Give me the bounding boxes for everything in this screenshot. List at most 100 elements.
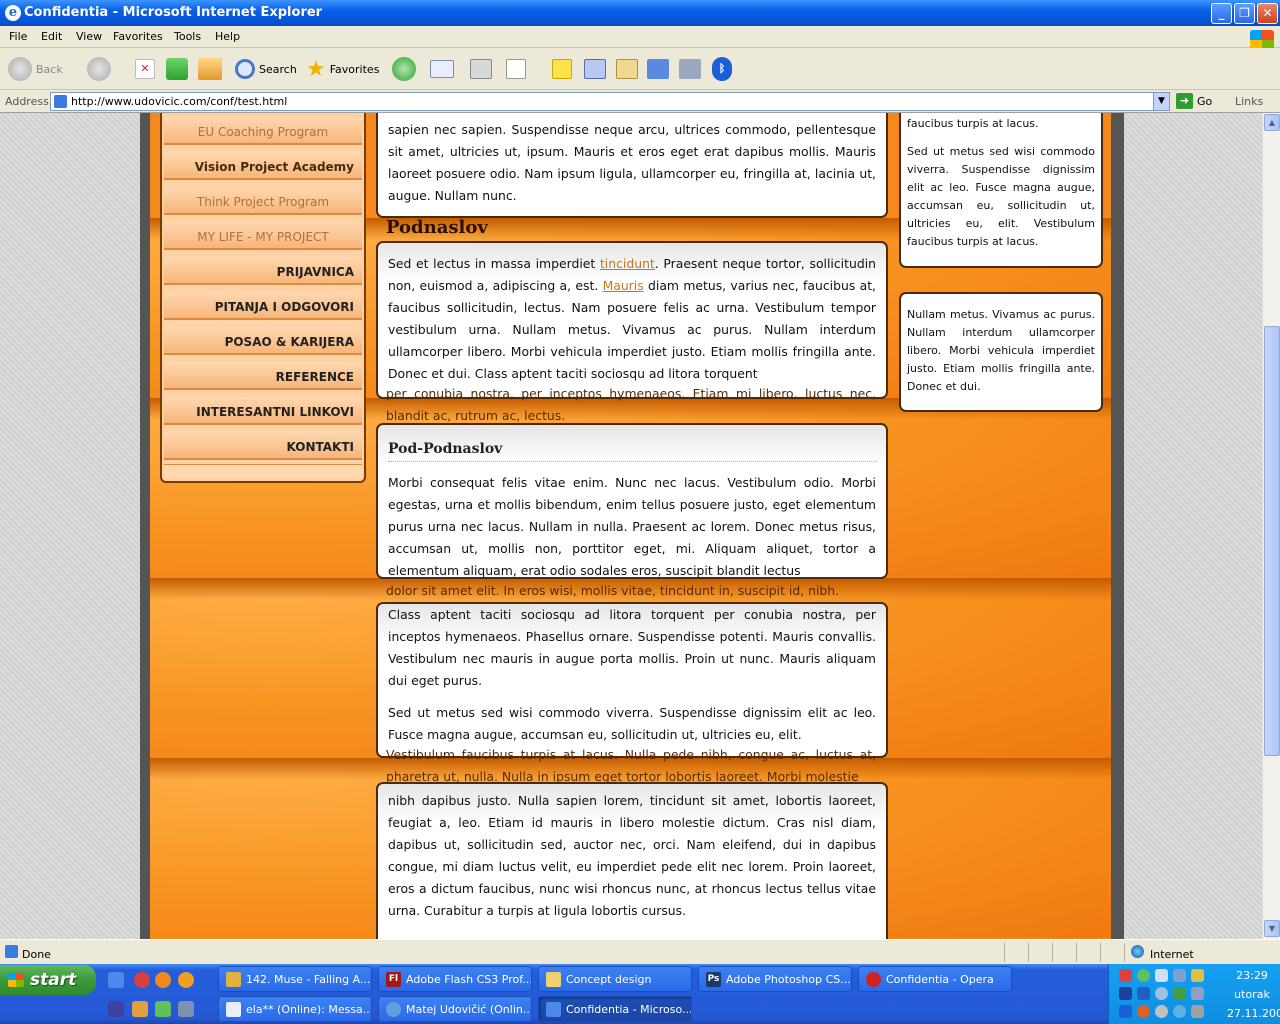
task-winamp[interactable]: 142. Muse - Falling A... bbox=[218, 966, 372, 992]
nav-item-my-life[interactable]: MY LIFE - MY PROJECT bbox=[164, 222, 362, 250]
link-tincidunt[interactable]: tincidunt bbox=[600, 256, 655, 271]
menu-favorites[interactable]: Favorites bbox=[113, 30, 163, 43]
menu-tools[interactable]: Tools bbox=[174, 30, 201, 43]
status-divider bbox=[1124, 943, 1125, 962]
nav-item-pitanja[interactable]: PITANJA I ODGOVORI bbox=[164, 292, 362, 320]
task-messenger-ela[interactable]: ela** (Online): Messa... bbox=[218, 996, 372, 1022]
search-button[interactable]: Search bbox=[235, 55, 297, 83]
maximize-button[interactable]: ❐ bbox=[1234, 3, 1255, 24]
nav-item-reference[interactable]: REFERENCE bbox=[164, 362, 362, 390]
content-card: Pod-Podnaslov Morbi consequat felis vita… bbox=[376, 423, 888, 579]
quicklaunch-ie-icon[interactable] bbox=[108, 972, 124, 988]
page-content: EU Coaching Program Vision Project Acade… bbox=[150, 113, 1111, 939]
tray-icon[interactable] bbox=[1155, 969, 1168, 982]
search-icon bbox=[235, 59, 255, 79]
menu-edit[interactable]: Edit bbox=[41, 30, 62, 43]
task-opera[interactable]: Confidentia - Opera bbox=[858, 966, 1012, 992]
nav-item-eu-coaching[interactable]: EU Coaching Program bbox=[164, 117, 362, 145]
quicklaunch-app-icon[interactable] bbox=[178, 1001, 194, 1017]
back-button[interactable]: Back bbox=[8, 55, 63, 83]
home-button[interactable] bbox=[198, 55, 222, 83]
start-button[interactable]: start bbox=[0, 965, 96, 995]
sidebar-text: Nullam metus. Vivamus ac purus. Nullam i… bbox=[907, 308, 1095, 393]
quicklaunch-firefox-icon[interactable] bbox=[155, 972, 171, 988]
sidebar-box: Nullam metus. Vivamus ac purus. Nullam i… bbox=[899, 292, 1103, 412]
page-border-left bbox=[140, 113, 150, 939]
zone-text: Internet bbox=[1150, 948, 1194, 961]
paragraph: Sed ut metus sed wisi commodo viverra. S… bbox=[388, 705, 876, 742]
taskbar: start 142. Muse - Falling A... Fl Adobe F… bbox=[0, 964, 1280, 1024]
menu-file[interactable]: File bbox=[9, 30, 27, 43]
scroll-down-button[interactable]: ▼ bbox=[1264, 920, 1280, 937]
go-button[interactable]: ➜ Go bbox=[1176, 93, 1212, 109]
quicklaunch-home-icon[interactable] bbox=[132, 1001, 148, 1017]
task-messenger-matej[interactable]: Matej Udovičić (Onlin... bbox=[378, 996, 532, 1022]
minimize-button[interactable]: _ bbox=[1211, 3, 1232, 24]
nav-item-kontakti[interactable]: KONTAKTI bbox=[164, 432, 362, 460]
tray-icon[interactable] bbox=[1173, 969, 1186, 982]
tray-icon[interactable] bbox=[1191, 1005, 1204, 1018]
content-card: nibh dapibus justo. Nulla sapien lorem, … bbox=[376, 782, 888, 939]
research-icon bbox=[616, 59, 638, 79]
history-button[interactable] bbox=[392, 55, 416, 83]
tray-icon[interactable] bbox=[1155, 1005, 1168, 1018]
system-tray: 23:29 utorak 27.11.2007 bbox=[1108, 964, 1280, 1024]
tools-button[interactable] bbox=[679, 55, 701, 83]
research-button[interactable] bbox=[616, 55, 638, 83]
bluetooth-icon[interactable] bbox=[1119, 1005, 1132, 1018]
quicklaunch-opera-icon[interactable] bbox=[134, 972, 150, 988]
bluetooth-button[interactable]: ᛒ bbox=[712, 55, 732, 83]
tray-icon[interactable] bbox=[1137, 1005, 1150, 1018]
quicklaunch-app-icon[interactable] bbox=[155, 1001, 171, 1017]
edit-button[interactable] bbox=[506, 55, 526, 83]
task-ie-confidentia[interactable]: Confidentia - Microso... bbox=[538, 996, 692, 1022]
vertical-scrollbar[interactable]: ▲ ▼ bbox=[1262, 113, 1280, 939]
ie-logo-icon: e bbox=[5, 5, 21, 21]
task-flash[interactable]: Fl Adobe Flash CS3 Prof... bbox=[378, 966, 532, 992]
forward-button[interactable] bbox=[87, 55, 111, 83]
quicklaunch-firefox-icon[interactable] bbox=[178, 972, 194, 988]
mail-icon bbox=[430, 60, 454, 78]
address-dropdown-button[interactable]: ▼ bbox=[1153, 93, 1169, 110]
messenger-button[interactable] bbox=[584, 55, 606, 83]
share-button[interactable] bbox=[647, 55, 669, 83]
quicklaunch-save-icon[interactable] bbox=[108, 1001, 124, 1017]
stop-button[interactable]: ✕ bbox=[135, 55, 155, 83]
menu-help[interactable]: Help bbox=[215, 30, 240, 43]
tray-icon[interactable] bbox=[1173, 1005, 1186, 1018]
links-button[interactable]: Links bbox=[1235, 95, 1263, 108]
tray-icon[interactable] bbox=[1137, 987, 1150, 1000]
close-button[interactable]: ✕ bbox=[1257, 3, 1278, 24]
task-photoshop[interactable]: Ps Adobe Photoshop CS... bbox=[698, 966, 852, 992]
tray-icon[interactable] bbox=[1119, 987, 1132, 1000]
mail-button[interactable] bbox=[430, 55, 454, 83]
nav-item-think-project[interactable]: Think Project Program bbox=[164, 187, 362, 215]
menu-view[interactable]: View bbox=[76, 30, 102, 43]
nav-item-posao[interactable]: POSAO & KARIJERA bbox=[164, 327, 362, 355]
status-divider bbox=[1028, 943, 1029, 962]
tray-icon[interactable] bbox=[1173, 987, 1186, 1000]
tray-icon[interactable] bbox=[1119, 969, 1132, 982]
refresh-icon bbox=[166, 58, 188, 80]
nav-item-linkovi[interactable]: INTERESANTNI LINKOVI bbox=[164, 397, 362, 425]
clock-date: 27.11.2007 bbox=[1227, 1007, 1280, 1020]
tray-icon[interactable] bbox=[1155, 987, 1168, 1000]
clock-time[interactable]: 23:29 bbox=[1227, 969, 1277, 982]
nav-item-vision-academy[interactable]: Vision Project Academy bbox=[164, 152, 362, 180]
tray-icon[interactable] bbox=[1191, 987, 1204, 1000]
scroll-thumb[interactable] bbox=[1264, 326, 1280, 756]
favorites-button[interactable]: ★ Favorites bbox=[306, 55, 379, 83]
address-input[interactable]: http://www.udovicic.com/conf/test.html ▼ bbox=[50, 92, 1170, 111]
task-concept-design[interactable]: Concept design bbox=[538, 966, 692, 992]
notes-button[interactable] bbox=[552, 55, 572, 83]
nav-item-prijavnica[interactable]: PRIJAVNICA bbox=[164, 257, 362, 285]
print-button[interactable] bbox=[470, 55, 492, 83]
link-mauris[interactable]: Mauris bbox=[603, 278, 644, 293]
content-card: Class aptent taciti sociosqu ad litora t… bbox=[376, 602, 888, 758]
refresh-button[interactable] bbox=[166, 55, 188, 83]
scroll-up-button[interactable]: ▲ bbox=[1264, 114, 1280, 131]
title-bar[interactable]: e Confidentia - Microsoft Internet Explo… bbox=[0, 0, 1280, 26]
paragraph: sapien nec sapien. Suspendisse neque arc… bbox=[388, 122, 876, 203]
tray-icon[interactable] bbox=[1137, 969, 1150, 982]
tray-icon[interactable] bbox=[1191, 969, 1204, 982]
